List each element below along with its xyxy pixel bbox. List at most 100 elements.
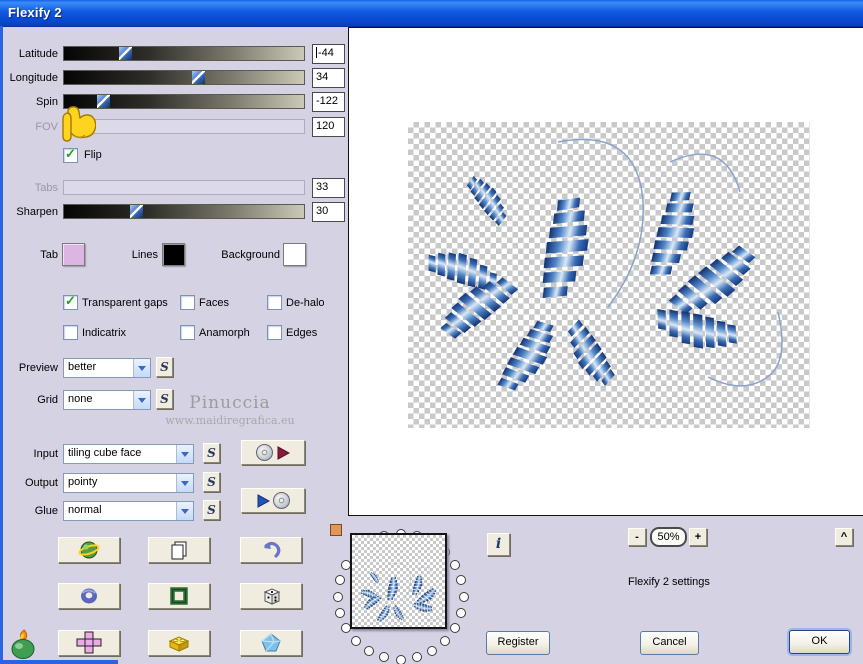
ring-dot bbox=[411, 652, 422, 663]
gem-button[interactable] bbox=[240, 630, 302, 656]
ring-dot bbox=[450, 560, 461, 570]
play-icon bbox=[257, 493, 270, 508]
watermark-url: www.maidiregrafica.eu bbox=[165, 414, 295, 427]
longitude-slider-thumb[interactable] bbox=[192, 71, 205, 84]
chevron-down-icon[interactable] bbox=[133, 391, 150, 409]
ring-dot bbox=[456, 575, 467, 586]
globe-button[interactable] bbox=[58, 537, 120, 563]
checkbox-faces[interactable] bbox=[180, 295, 195, 310]
lego-button[interactable] bbox=[148, 630, 210, 656]
longitude-value-field[interactable]: 34 bbox=[312, 68, 345, 88]
unfold-button[interactable] bbox=[58, 630, 120, 656]
latitude-value-field[interactable]: -44 bbox=[312, 44, 345, 64]
register-button[interactable]: Register bbox=[486, 631, 550, 655]
cd-icon bbox=[273, 492, 290, 509]
sharpen-value-field[interactable]: 30 bbox=[312, 202, 345, 222]
ring-dot bbox=[334, 607, 345, 618]
torus-button[interactable] bbox=[58, 583, 120, 609]
output-select[interactable]: pointy bbox=[63, 473, 194, 493]
checkbox-anamorph[interactable] bbox=[180, 325, 195, 340]
input-shuffle-button[interactable]: S bbox=[203, 443, 220, 463]
spin-label: Spin bbox=[35, 96, 58, 108]
background-color-swatch[interactable] bbox=[283, 243, 306, 266]
copy-button[interactable] bbox=[148, 537, 210, 563]
chevron-down-icon[interactable] bbox=[176, 502, 193, 520]
checkbox-edges[interactable] bbox=[267, 325, 282, 340]
tab-color-swatch[interactable] bbox=[62, 243, 85, 266]
fov-slider bbox=[63, 119, 305, 134]
spin-value-field[interactable]: -122 bbox=[312, 92, 345, 112]
play-icon bbox=[277, 445, 290, 460]
torus-icon bbox=[81, 588, 97, 604]
fov-label: FOV bbox=[35, 121, 58, 133]
preview-select[interactable]: better bbox=[63, 358, 151, 378]
sharpen-slider-thumb[interactable] bbox=[130, 205, 143, 218]
longitude-slider[interactable] bbox=[63, 70, 305, 85]
zoom-in-button[interactable]: + bbox=[689, 528, 707, 546]
ring-dot bbox=[350, 636, 361, 647]
disk-play-button[interactable] bbox=[241, 440, 305, 465]
chevron-down-icon[interactable] bbox=[176, 445, 193, 463]
checkbox-indicatrix[interactable] bbox=[63, 325, 78, 340]
output-select-value: pointy bbox=[68, 476, 98, 488]
ring-dot bbox=[334, 575, 345, 586]
fov-value-field[interactable]: 120 bbox=[312, 117, 345, 137]
square-frame-icon bbox=[170, 587, 188, 605]
flaming-pear-logo bbox=[7, 627, 41, 664]
ring-dot bbox=[379, 652, 390, 663]
input-select[interactable]: tiling cube face bbox=[63, 444, 194, 464]
glue-select[interactable]: normal bbox=[63, 501, 194, 521]
grid-select-value: none bbox=[68, 393, 93, 405]
scroll-up-button[interactable]: ^ bbox=[835, 528, 853, 546]
glue-shuffle-button[interactable]: S bbox=[203, 500, 220, 520]
ring-dot bbox=[456, 607, 467, 618]
sharpen-slider[interactable] bbox=[63, 204, 305, 219]
text-caret bbox=[316, 47, 317, 58]
preview-shuffle-button[interactable]: S bbox=[156, 357, 173, 377]
anamorph-label: Anamorph bbox=[199, 327, 250, 339]
checkbox-flip[interactable]: ✓ bbox=[63, 146, 78, 163]
checkbox-dehalo[interactable] bbox=[267, 295, 282, 310]
longitude-label: Longitude bbox=[9, 72, 58, 84]
lines-swatch-label: Lines bbox=[131, 249, 158, 261]
chevron-down-icon[interactable] bbox=[133, 359, 150, 377]
grid-select[interactable]: none bbox=[63, 390, 151, 410]
flip-label: Flip bbox=[84, 149, 102, 161]
transparency-checkerboard bbox=[408, 122, 810, 428]
spin-slider[interactable] bbox=[63, 94, 305, 109]
check-icon: ✓ bbox=[65, 293, 76, 308]
flexify-dialog: Flexify 2 Latitude -44 Longitude 34 Spin… bbox=[0, 0, 863, 664]
spin-slider-thumb[interactable] bbox=[97, 95, 110, 108]
latitude-label: Latitude bbox=[18, 48, 58, 60]
settings-caption: Flexify 2 settings bbox=[628, 576, 710, 588]
random-button[interactable] bbox=[240, 583, 302, 609]
play-disk-button[interactable] bbox=[241, 488, 305, 513]
ok-button[interactable]: OK bbox=[789, 630, 850, 654]
gem-icon bbox=[260, 633, 281, 652]
unfolded-cube-icon bbox=[76, 631, 102, 654]
ring-dot bbox=[440, 636, 451, 647]
undo-button[interactable] bbox=[240, 537, 302, 563]
info-button[interactable]: i bbox=[487, 533, 510, 556]
preview-combo-label: Preview bbox=[18, 362, 58, 374]
checkbox-transparent-gaps[interactable]: ✓ bbox=[63, 293, 78, 310]
latitude-slider[interactable] bbox=[63, 46, 305, 61]
tab-mini-swatch[interactable] bbox=[330, 524, 342, 536]
indicatrix-label: Indicatrix bbox=[82, 327, 127, 339]
zoom-out-button[interactable]: - bbox=[628, 528, 646, 546]
title-bar[interactable]: Flexify 2 bbox=[0, 0, 863, 27]
frame-button[interactable] bbox=[148, 583, 210, 609]
preview-panel[interactable] bbox=[348, 27, 863, 516]
latitude-slider-thumb[interactable] bbox=[119, 47, 132, 60]
glue-combo-label: Glue bbox=[34, 505, 58, 517]
background-swatch-label: Background bbox=[221, 249, 280, 261]
result-thumbnail[interactable] bbox=[350, 533, 447, 629]
window-title: Flexify 2 bbox=[8, 5, 62, 20]
chevron-down-icon[interactable] bbox=[176, 474, 193, 492]
output-shuffle-button[interactable]: S bbox=[203, 472, 220, 492]
lines-color-swatch[interactable] bbox=[162, 243, 185, 266]
tabs-value-field[interactable]: 33 bbox=[312, 178, 345, 198]
pages-icon bbox=[171, 541, 187, 560]
ring-dot bbox=[450, 623, 461, 633]
cancel-button[interactable]: Cancel bbox=[640, 631, 699, 655]
